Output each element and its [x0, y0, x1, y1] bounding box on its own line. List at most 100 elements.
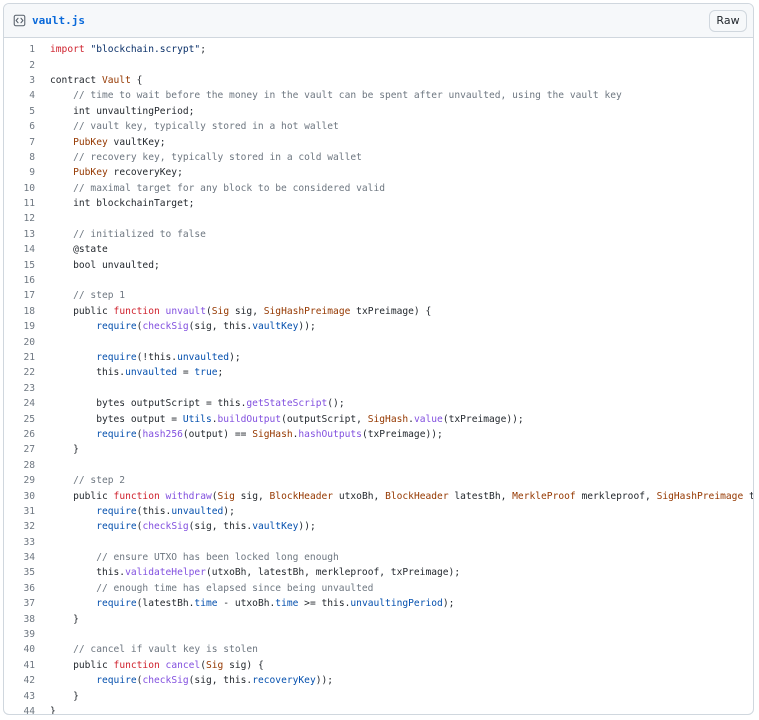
- line-number[interactable]: 39: [4, 629, 35, 640]
- code-token: latestBh,: [448, 490, 513, 502]
- line-number[interactable]: 17: [4, 290, 35, 301]
- line-source: require(this.unvaulted);: [50, 506, 235, 517]
- code-token: bytes outputScript = this.: [50, 398, 247, 410]
- line-number[interactable]: 43: [4, 691, 35, 702]
- code-token: (!this.: [136, 352, 178, 363]
- line-number[interactable]: 15: [4, 260, 35, 271]
- line-number[interactable]: 1: [4, 44, 35, 55]
- line-number[interactable]: 9: [4, 167, 35, 178]
- line-number[interactable]: 6: [4, 121, 35, 132]
- line-number[interactable]: 44: [4, 706, 35, 714]
- line-number[interactable]: 27: [4, 444, 35, 455]
- code-token: PubKey: [73, 167, 108, 179]
- code-token: require: [96, 321, 137, 333]
- line-number[interactable]: 38: [4, 614, 35, 625]
- line-source: }: [50, 691, 79, 702]
- code-token: utxoBh,: [333, 490, 386, 502]
- line-number[interactable]: 25: [4, 414, 35, 425]
- line-number[interactable]: 31: [4, 506, 35, 517]
- line-number[interactable]: 10: [4, 183, 35, 194]
- line-number[interactable]: 40: [4, 644, 35, 655]
- code-line: 29 // step 2: [4, 473, 753, 488]
- code-token: require: [96, 505, 137, 517]
- line-number[interactable]: 36: [4, 583, 35, 594]
- line-number[interactable]: 12: [4, 213, 35, 224]
- line-number[interactable]: 24: [4, 398, 35, 409]
- line-number[interactable]: 16: [4, 275, 35, 286]
- code-token: @state: [50, 244, 108, 256]
- code-token: unvaulted: [125, 367, 178, 379]
- line-number[interactable]: 42: [4, 675, 35, 686]
- code-token: cancel: [165, 659, 201, 671]
- line-number[interactable]: 21: [4, 352, 35, 363]
- code-token: =: [177, 367, 195, 379]
- code-token: public: [50, 659, 114, 671]
- code-token: );: [229, 352, 241, 363]
- code-token: function: [113, 305, 160, 317]
- code-line: 40 // cancel if vault key is stolen: [4, 642, 753, 657]
- line-number[interactable]: 19: [4, 321, 35, 332]
- line-source: bytes outputScript = this.getStateScript…: [50, 398, 344, 410]
- code-token: txPreimage) {: [350, 305, 432, 317]
- code-token: recoveryKey;: [107, 167, 183, 179]
- line-number[interactable]: 14: [4, 244, 35, 255]
- line-number[interactable]: 11: [4, 198, 35, 209]
- line-number[interactable]: 13: [4, 229, 35, 240]
- code-token: recoveryKey: [252, 675, 316, 687]
- line-number[interactable]: 29: [4, 475, 35, 486]
- line-number[interactable]: 18: [4, 306, 35, 317]
- line-number[interactable]: 26: [4, 429, 35, 440]
- line-number[interactable]: 28: [4, 460, 35, 471]
- line-number[interactable]: 30: [4, 491, 35, 502]
- line-number[interactable]: 2: [4, 60, 35, 71]
- line-number[interactable]: 23: [4, 383, 35, 394]
- line-number[interactable]: 22: [4, 367, 35, 378]
- code-token: vaultKey: [252, 321, 299, 333]
- code-token: import: [50, 44, 85, 56]
- code-line: 38 }: [4, 611, 753, 626]
- code-line: 13 // initialized to false: [4, 227, 753, 242]
- line-source: // step 2: [50, 475, 125, 486]
- line-source: }: [50, 706, 56, 714]
- line-source: // enough time has elapsed since being u…: [50, 583, 373, 594]
- code-token: sig) {: [223, 659, 264, 671]
- line-number[interactable]: 4: [4, 90, 35, 101]
- line-source: }: [50, 444, 79, 455]
- code-line: 34 // ensure UTXO has been locked long e…: [4, 550, 753, 565]
- code-line: 43 }: [4, 688, 753, 703]
- line-number[interactable]: 37: [4, 598, 35, 609]
- line-number[interactable]: 33: [4, 537, 35, 548]
- code-token: }: [50, 613, 79, 625]
- line-source: // step 1: [50, 290, 125, 301]
- code-token: contract: [50, 74, 102, 86]
- line-number[interactable]: 5: [4, 106, 35, 117]
- code-token: checkSig: [142, 521, 189, 533]
- code-token: {: [130, 74, 143, 86]
- line-number[interactable]: 7: [4, 137, 35, 148]
- line-number[interactable]: 35: [4, 567, 35, 578]
- code-line: 17 // step 1: [4, 288, 753, 303]
- line-number[interactable]: 20: [4, 337, 35, 348]
- file-name[interactable]: vault.js: [32, 14, 85, 27]
- raw-button[interactable]: Raw: [709, 9, 747, 32]
- code-line: 25 bytes output = Utils.buildOutput(outp…: [4, 411, 753, 426]
- line-source: require(checkSig(sig, this.recoveryKey))…: [50, 675, 333, 686]
- code-line: 6 // vault key, typically stored in a ho…: [4, 119, 753, 134]
- line-number[interactable]: 8: [4, 152, 35, 163]
- line-number[interactable]: 41: [4, 660, 35, 671]
- line-number[interactable]: 32: [4, 521, 35, 532]
- code-token: // ensure UTXO has been locked long enou…: [50, 552, 339, 564]
- line-number[interactable]: 3: [4, 75, 35, 86]
- code-token: ));: [298, 321, 316, 333]
- line-source: // cancel if vault key is stolen: [50, 644, 258, 655]
- code-token: require: [96, 521, 137, 533]
- code-line: 35 this.validateHelper(utxoBh, latestBh,…: [4, 565, 753, 580]
- code-token: BlockHeader: [269, 490, 334, 502]
- code-token: // step 2: [50, 475, 126, 487]
- line-number[interactable]: 34: [4, 552, 35, 563]
- line-source: // time to wait before the money in the …: [50, 90, 622, 101]
- code-line: 27 }: [4, 442, 753, 457]
